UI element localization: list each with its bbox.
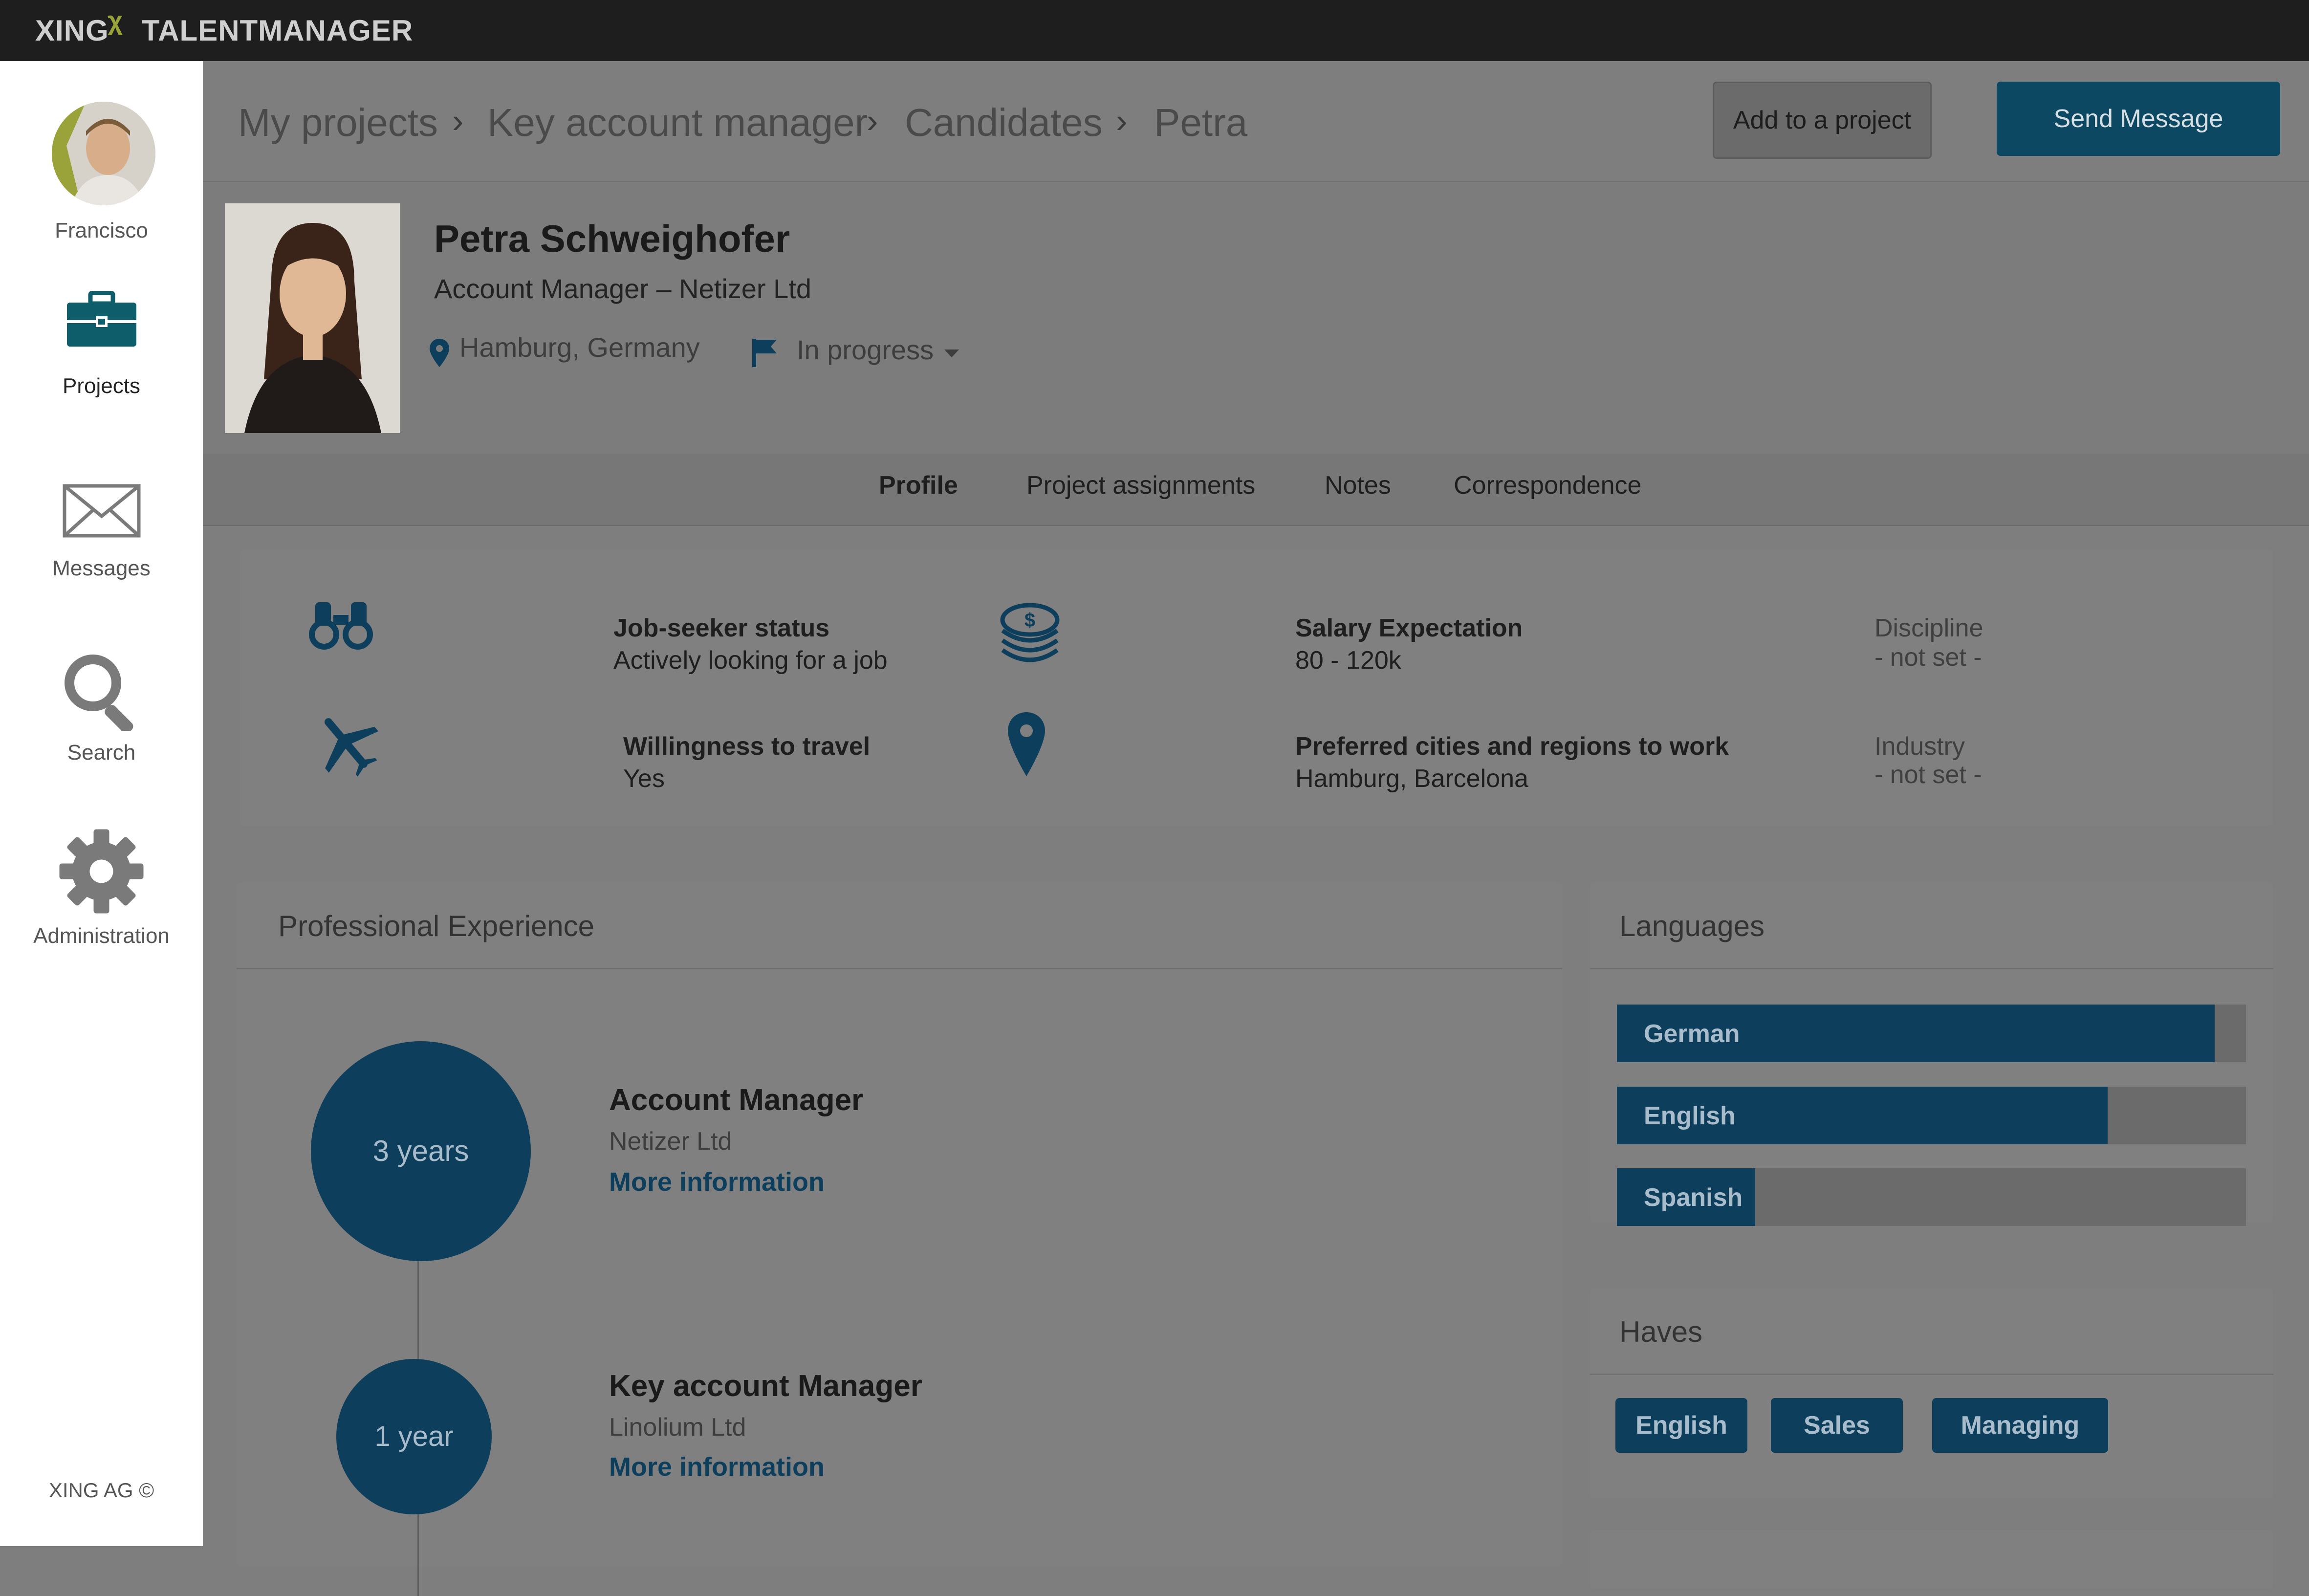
candidate-photo (225, 203, 400, 433)
skill-tag[interactable]: English (1615, 1398, 1747, 1453)
experience-heading: Professional Experience (278, 910, 595, 942)
sidebar-item-messages[interactable]: Messages (0, 484, 203, 581)
sidebar-item-label: Projects (63, 374, 140, 398)
more-information-link[interactable]: More information (609, 1452, 825, 1482)
magnifier-icon (64, 655, 133, 731)
next-card (1590, 1530, 2273, 1589)
cities-title: Preferred cities and regions to work (1295, 732, 1729, 761)
profile-tabs: Profile Project assignments Notes Corres… (203, 454, 2309, 526)
xing-mark-icon: χ (108, 6, 124, 36)
skill-tag[interactable]: Sales (1771, 1398, 1903, 1453)
chevron-right-icon: › (1116, 102, 1128, 140)
brand-xing: XING (35, 14, 109, 47)
candidate-header: Petra Schweighofer Account Manager – Net… (203, 182, 2309, 454)
salary-title: Salary Expectation (1295, 614, 1523, 642)
sidebar-item-administration[interactable]: Administration (0, 829, 203, 948)
airplane-icon (325, 718, 378, 777)
sidebar: Francisco Projects Messages Search Admin… (0, 61, 203, 1546)
chevron-right-icon: › (452, 102, 464, 140)
discipline-title: Discipline (1874, 614, 1983, 642)
gear-icon (59, 829, 144, 914)
briefcase-icon (66, 291, 136, 347)
languages-card: Languages German English Spanish (1590, 882, 2273, 1226)
tab-profile[interactable]: Profile (879, 471, 958, 500)
main-content: My projects › Key account manager › Cand… (203, 61, 2309, 1596)
more-information-link[interactable]: More information (609, 1167, 825, 1197)
user-profile-item[interactable]: Francisco (0, 219, 203, 243)
salary-value: 80 - 120k (1295, 646, 1401, 675)
experience-header: Professional Experience (237, 882, 1562, 969)
languages-header: Languages (1590, 882, 2273, 969)
job-seeker-value: Actively looking for a job (613, 646, 888, 675)
experience-company: Linolium Ltd (609, 1413, 746, 1442)
experience-card: Professional Experience 3 years Account … (237, 882, 1562, 1596)
industry-title: Industry (1874, 732, 1965, 761)
envelope-icon (63, 484, 140, 538)
status-label[interactable]: In progress (797, 334, 934, 366)
chevron-right-icon: › (867, 102, 878, 140)
user-name: Francisco (55, 219, 148, 242)
caret-down-icon[interactable] (943, 349, 960, 358)
avatar[interactable] (52, 102, 155, 205)
app-logo[interactable]: XING χ TALENTMANAGER (35, 6, 413, 47)
add-to-project-button[interactable]: Add to a project (1713, 82, 1932, 159)
job-seeker-title: Job-seeker status (613, 614, 830, 642)
industry-value: - not set - (1874, 761, 1982, 789)
money-stack-icon: $ (1000, 603, 1060, 662)
language-bar: English (1617, 1087, 2246, 1144)
duration-circle: 3 years (311, 1041, 531, 1261)
sidebar-item-label: Administration (33, 924, 170, 948)
sidebar-item-search[interactable]: Search (0, 653, 203, 765)
brand-talentmanager: TALENTMANAGER (142, 14, 414, 47)
experience-title: Account Manager (609, 1083, 864, 1117)
tab-correspondence[interactable]: Correspondence (1454, 471, 1641, 500)
language-bar: German (1617, 1005, 2246, 1062)
haves-heading: Haves (1619, 1315, 1703, 1348)
candidate-location: Hamburg, Germany (459, 332, 700, 363)
breadcrumb-current: Petra (1154, 101, 1248, 144)
breadcrumb-candidates[interactable]: Candidates (905, 100, 1103, 145)
breadcrumb-project[interactable]: Key account manager (487, 100, 868, 145)
sidebar-item-label: Search (67, 741, 136, 765)
language-bar: Spanish (1617, 1168, 2246, 1226)
breadcrumb: My projects › Key account manager › Cand… (203, 61, 2309, 182)
map-pin-icon (1008, 712, 1045, 776)
experience-title: Key account Manager (609, 1369, 922, 1403)
language-name: Spanish (1644, 1183, 1743, 1212)
tab-notes[interactable]: Notes (1325, 471, 1391, 500)
sidebar-item-projects[interactable]: Projects (0, 291, 203, 398)
summary-panel: Job-seeker status Actively looking for a… (240, 550, 2273, 826)
languages-heading: Languages (1619, 910, 1764, 942)
breadcrumb-my-projects[interactable]: My projects (238, 100, 438, 145)
tab-project-assignments[interactable]: Project assignments (1026, 471, 1255, 500)
language-name: German (1644, 1020, 1740, 1048)
location-pin-icon (430, 339, 449, 367)
travel-value: Yes (623, 765, 665, 793)
top-bar: XING χ TALENTMANAGER (0, 0, 2309, 61)
send-message-button[interactable]: Send Message (1997, 82, 2280, 156)
discipline-value: - not set - (1874, 643, 1982, 672)
footer-copyright: XING AG © (48, 1479, 154, 1502)
haves-card: Haves English Sales Managing (1590, 1288, 2273, 1498)
sidebar-item-label: Messages (52, 556, 151, 580)
svg-text:$: $ (1024, 610, 1035, 631)
experience-company: Netizer Ltd (609, 1127, 732, 1156)
candidate-title: Account Manager – Netizer Ltd (434, 273, 811, 304)
haves-header: Haves (1590, 1288, 2273, 1375)
skill-tag[interactable]: Managing (1932, 1398, 2108, 1453)
duration-circle: 1 year (336, 1359, 492, 1514)
binoculars-icon (309, 602, 373, 650)
travel-title: Willingness to travel (623, 732, 871, 761)
flag-icon (752, 339, 777, 367)
candidate-name: Petra Schweighofer (434, 217, 790, 260)
language-name: English (1644, 1102, 1736, 1130)
cities-value: Hamburg, Barcelona (1295, 765, 1528, 793)
